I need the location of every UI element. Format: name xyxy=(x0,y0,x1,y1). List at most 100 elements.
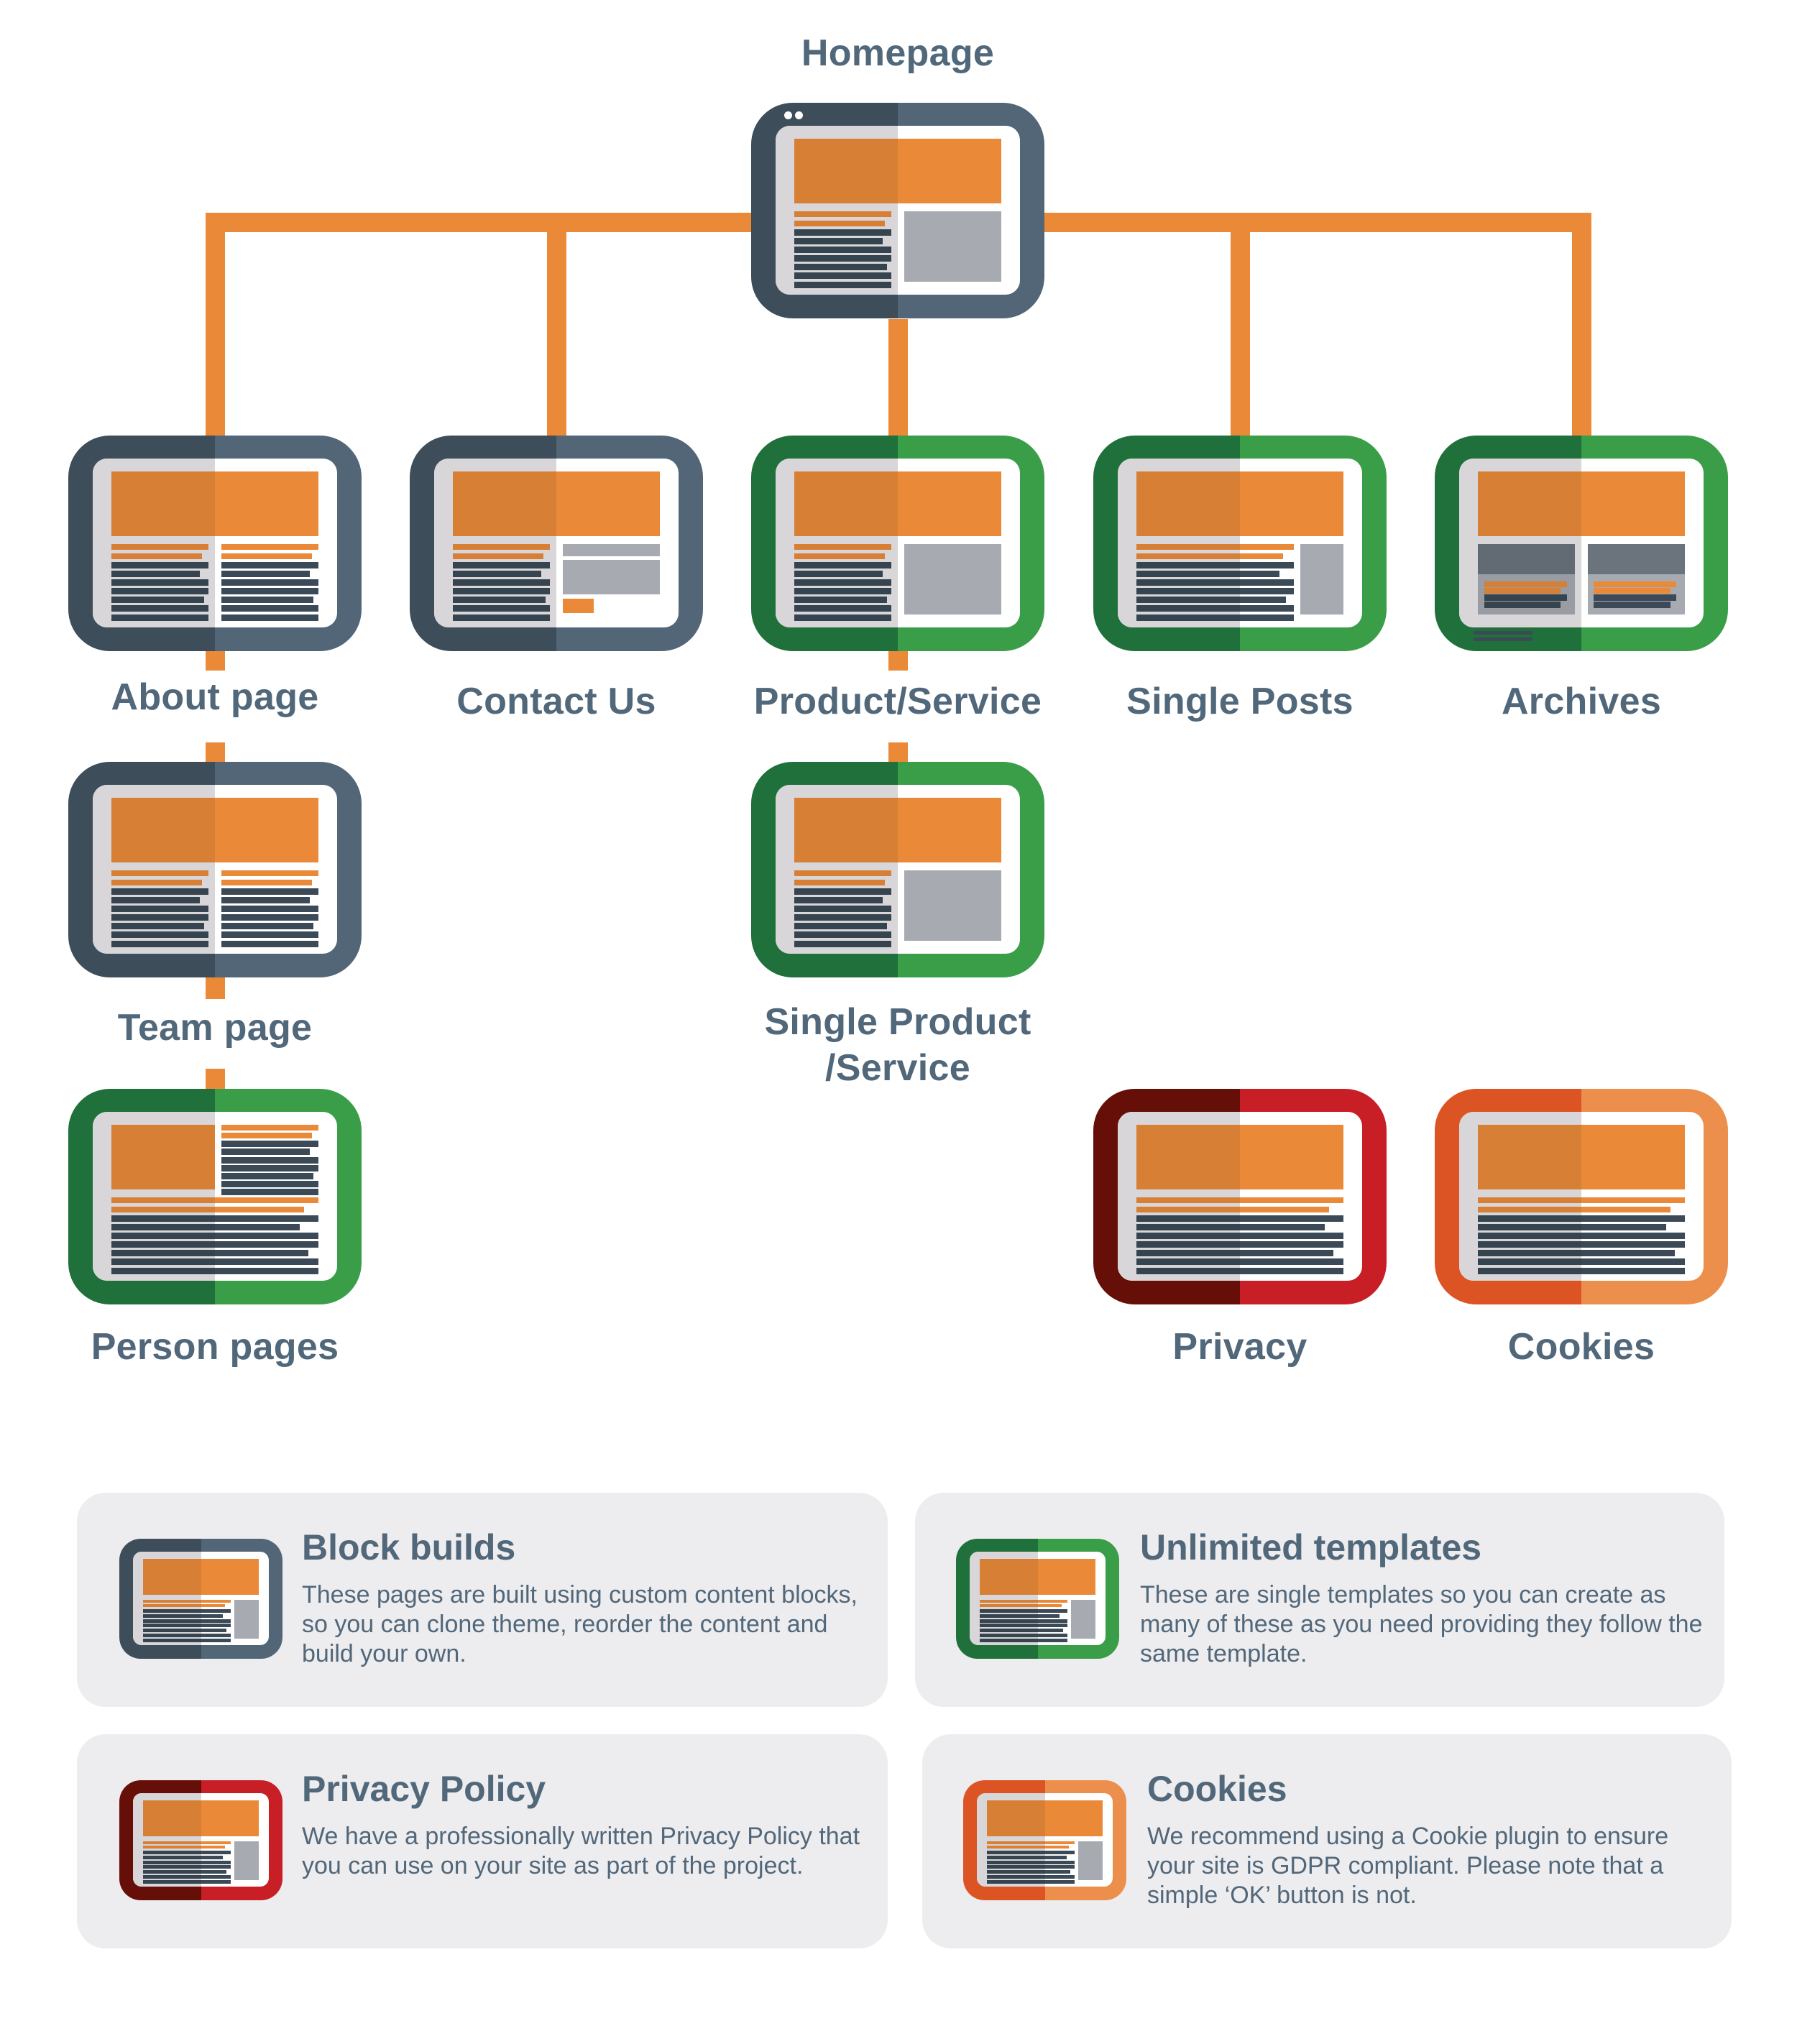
text-line xyxy=(221,588,318,595)
connector-stub xyxy=(888,651,908,671)
text-line xyxy=(794,255,892,262)
heading-bar xyxy=(1478,1206,1670,1212)
heading-bar xyxy=(1136,553,1283,559)
text-line xyxy=(794,888,892,895)
text-line xyxy=(111,940,209,947)
text-line xyxy=(794,614,892,621)
heading-bar xyxy=(111,879,202,885)
screen xyxy=(977,1793,1113,1887)
page-icon-archives xyxy=(1435,436,1728,651)
heading-bar xyxy=(794,544,892,551)
heading-bar xyxy=(1594,588,1670,594)
connector-vertical xyxy=(546,213,566,436)
connector-vertical xyxy=(1571,213,1591,436)
page-icon-posts xyxy=(1093,436,1387,651)
node-label-line: Single Product xyxy=(764,1001,1031,1043)
image-placeholder xyxy=(904,211,1001,282)
page-icon-homepage xyxy=(751,103,1044,318)
text-line xyxy=(794,229,892,236)
screen xyxy=(1118,459,1362,627)
heading-bar xyxy=(111,1197,318,1204)
page-icon-cookies xyxy=(1435,1089,1728,1304)
pagination-bar xyxy=(1474,637,1532,641)
block-page-icon xyxy=(119,1539,282,1659)
text-line xyxy=(1136,1258,1343,1266)
screen xyxy=(1459,459,1704,627)
text-line xyxy=(221,1164,318,1171)
screen xyxy=(133,1552,269,1645)
text-line xyxy=(111,1215,318,1222)
hero-image xyxy=(111,471,318,536)
image-placeholder xyxy=(904,870,1001,941)
heading-bar xyxy=(221,553,312,559)
heading-bar xyxy=(794,553,885,559)
text-line xyxy=(111,923,204,930)
node-label-cookies: Cookies xyxy=(1507,1326,1655,1368)
legend-title: Privacy Policy xyxy=(302,1769,546,1809)
screen xyxy=(776,785,1020,954)
text-line xyxy=(1136,1267,1343,1274)
legend-title: Unlimited templates xyxy=(1140,1527,1482,1567)
text-line xyxy=(794,896,883,903)
hero-image xyxy=(794,471,1001,536)
pagination-bar xyxy=(1474,631,1532,635)
text-line xyxy=(1478,1250,1675,1257)
text-line xyxy=(221,1189,318,1196)
text-line xyxy=(221,561,318,568)
text-line xyxy=(1478,1215,1685,1222)
text-line xyxy=(221,896,310,903)
text-line xyxy=(453,561,551,568)
cookies-page-icon xyxy=(963,1780,1126,1900)
text-line xyxy=(221,1156,318,1164)
text-line xyxy=(1136,588,1294,595)
heading-bar xyxy=(111,553,202,559)
legend-description: These pages are built using custom conte… xyxy=(302,1581,858,1667)
hero-image xyxy=(453,471,660,536)
text-line xyxy=(111,1233,318,1240)
text-line xyxy=(794,605,892,612)
page-content xyxy=(453,471,660,621)
text-line xyxy=(221,614,318,621)
hero-image xyxy=(794,139,1001,203)
heading-bar xyxy=(111,870,209,877)
connector-vertical xyxy=(888,319,908,436)
text-line xyxy=(111,914,209,921)
text-line xyxy=(221,923,314,930)
page-content xyxy=(1136,1125,1343,1274)
text-line xyxy=(221,914,318,921)
legend-card-block: Block builds These pages are built using… xyxy=(77,1493,888,1707)
node-label-single-product: Single Product /Service xyxy=(697,999,1099,1091)
page-icon-about xyxy=(68,436,362,651)
shadow-overlay xyxy=(977,1793,1045,1887)
text-line xyxy=(794,588,892,595)
form-submit xyxy=(562,599,594,613)
legend-description: These are single templates so you can cr… xyxy=(1140,1581,1703,1667)
text-line xyxy=(111,579,209,586)
heading-bar xyxy=(1484,588,1561,594)
text-line xyxy=(1136,1233,1343,1240)
form-field xyxy=(562,544,660,557)
text-line xyxy=(111,614,209,621)
heading-bar xyxy=(221,879,312,885)
page-icon-team xyxy=(68,762,362,977)
text-line xyxy=(1136,1250,1333,1257)
heading-bar xyxy=(221,544,318,551)
text-line xyxy=(221,605,318,612)
page-content xyxy=(794,139,1001,288)
text-line xyxy=(221,940,318,947)
text-line xyxy=(111,896,201,903)
hero-image xyxy=(1478,1125,1685,1189)
text-line xyxy=(111,605,209,612)
node-label-line: /Service xyxy=(825,1047,970,1089)
connector-stub xyxy=(205,1069,225,1089)
card-image xyxy=(1587,544,1685,575)
text-line xyxy=(1136,605,1294,612)
text-line xyxy=(111,1223,300,1230)
connector-vertical xyxy=(1230,213,1250,436)
text-line xyxy=(794,247,892,254)
heading-bar xyxy=(1484,581,1567,588)
text-line xyxy=(453,579,551,586)
text-line xyxy=(1478,1267,1685,1274)
heading-bar xyxy=(453,544,551,551)
text-line xyxy=(1478,1223,1667,1230)
